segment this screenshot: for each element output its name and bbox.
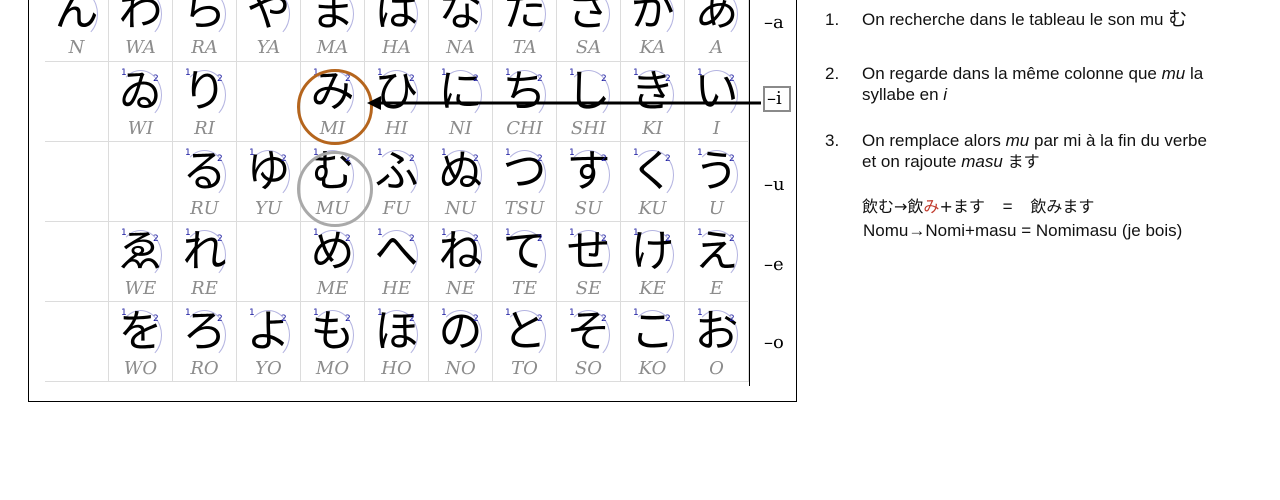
example-japanese: 飲む→飲み+ます = 飲みます [862,196,1280,217]
step-3-line1b: par mi à la fin du verbe [1033,131,1207,150]
step-2-line2-em: i [943,85,948,104]
step-1-kana: む [1168,8,1188,30]
step-2-line2a: syllabe en [862,85,939,104]
example-jp-red: み [923,197,940,216]
step-2-line1b: la [1189,64,1204,83]
step-2-line1-em: mu [1161,64,1186,83]
lookup-arrow [367,96,761,110]
arrow-head [367,96,381,110]
step-1-text: On recherche dans le tableau le son mu む [862,9,1262,30]
step-2-text: On regarde dans la même colonne que mu l… [862,63,1262,105]
step-3-line2a: et on rajoute [862,152,957,171]
example-romaji: Nomu→Nomi+masu = Nomimasu (je bois) [863,221,1183,240]
step-1-number: 1. [825,10,840,29]
step-2-number: 2. [825,64,840,83]
hiragana-chart: ん12Nわ12WAゐ12WIゑ12WEを12WOら12RAり12RIる12RUれ… [28,0,797,402]
example-jp-b: +ます [939,197,985,216]
step-2-line1a: On regarde dans la même colonne que [862,64,1157,83]
step-3-number: 3. [825,131,840,150]
step-3-kana: ます [1007,152,1040,171]
step-1-line1: On recherche dans le tableau le son mu [862,10,1164,29]
example-jp-equals: = [1002,197,1013,216]
step-3-line2-em: masu [961,152,1003,171]
step-3-line1a: On remplace alors [862,131,1001,150]
example-jp-result: 飲みます [1030,197,1095,216]
step-3-text: On remplace alors mu par mi à la fin du … [862,130,1262,172]
example-jp-a: 飲む→飲 [862,197,924,216]
step-3-line1-em: mu [1005,131,1030,150]
